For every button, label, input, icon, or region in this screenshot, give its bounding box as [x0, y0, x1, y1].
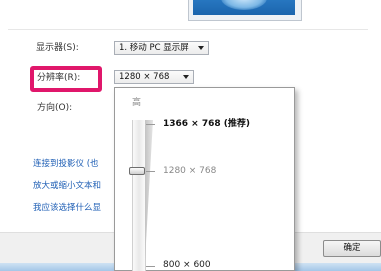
tick-mark — [146, 124, 155, 125]
resolution-select-value: 1280 × 768 — [119, 72, 170, 82]
display-label: 显示器(S): — [36, 43, 79, 53]
resolution-dropdown: 高 1366 × 768 (推荐) 1280 × 768 800 × 600 — [114, 87, 295, 271]
chevron-down-icon — [183, 75, 189, 79]
choose-settings-link[interactable]: 我应该选择什么显 — [33, 203, 101, 214]
chevron-down-icon — [198, 46, 204, 50]
resolution-slider-thumb[interactable] — [129, 167, 145, 175]
slider-wedge — [145, 120, 153, 260]
screen-resolution-window: 显示器(S): 1. 移动 PC 显示屏 分辨率(R): 1280 × 768 … — [0, 0, 381, 271]
option-low[interactable]: 800 × 600 — [163, 259, 211, 271]
monitor-preview-icon[interactable] — [193, 0, 295, 15]
option-current[interactable]: 1280 × 768 — [163, 165, 216, 177]
divider — [8, 29, 368, 30]
resolution-slider-track[interactable] — [132, 120, 146, 271]
tick-mark — [146, 171, 155, 172]
display-select[interactable]: 1. 移动 PC 显示屏 — [114, 41, 209, 55]
orientation-label: 方向(O): — [37, 103, 73, 113]
monitor-glow — [221, 0, 267, 10]
option-recommended[interactable]: 1366 × 768 (推荐) — [163, 118, 250, 130]
ok-button[interactable]: 确定 — [323, 240, 381, 257]
projector-link[interactable]: 连接到投影仪 (也 — [33, 159, 99, 170]
tick-mark — [146, 266, 155, 267]
display-select-value: 1. 移动 PC 显示屏 — [119, 43, 189, 53]
text-size-link[interactable]: 放大或缩小文本和 — [33, 181, 101, 192]
resolution-select[interactable]: 1280 × 768 — [114, 70, 194, 84]
slider-high-label: 高 — [132, 98, 142, 108]
resolution-label: 分辨率(R): — [37, 73, 81, 83]
monitor-preview-area — [0, 0, 381, 30]
